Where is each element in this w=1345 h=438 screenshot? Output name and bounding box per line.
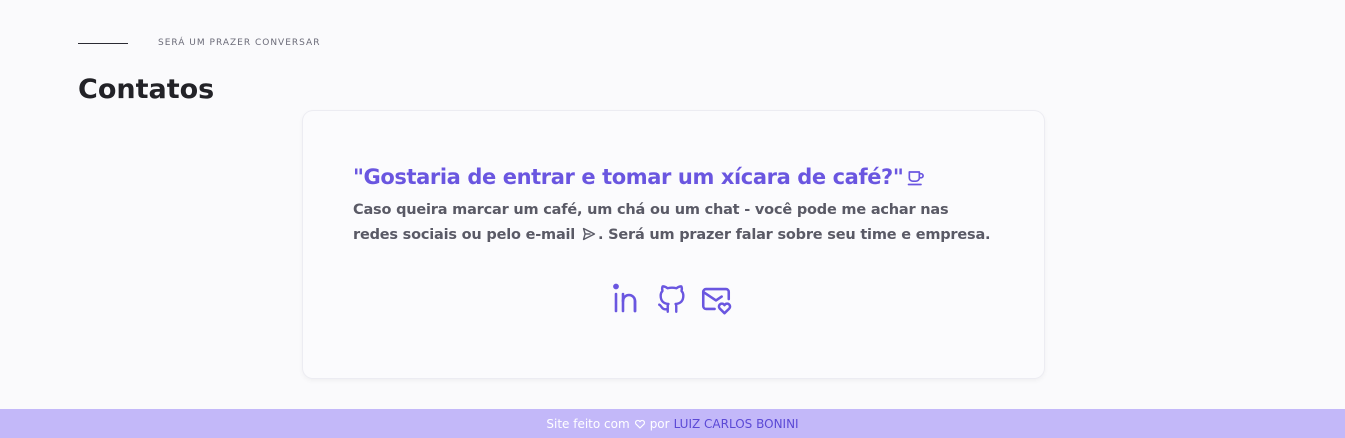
- description-part2: . Será um prazer falar sobre seu time e …: [597, 226, 991, 243]
- heart-icon: [634, 419, 645, 429]
- eyebrow-divider: [78, 42, 128, 44]
- linkedin-icon: [613, 283, 637, 313]
- linkedin-link[interactable]: [611, 281, 645, 317]
- footer-text-before: Site feito com: [546, 416, 630, 431]
- section-title: Contatos: [78, 74, 215, 105]
- coffee-cup-icon: [908, 171, 925, 186]
- github-link[interactable]: [655, 281, 689, 317]
- section-eyebrow: SERÁ UM PRAZER CONVERSAR: [78, 34, 320, 52]
- card-quote: "Gostaria de entrar e tomar um xícara de…: [353, 165, 926, 189]
- page: SERÁ UM PRAZER CONVERSAR Contatos "Gosta…: [0, 0, 1345, 438]
- send-icon: [582, 227, 596, 240]
- contact-card: "Gostaria de entrar e tomar um xícara de…: [303, 111, 1044, 378]
- quote-text: "Gostaria de entrar e tomar um xícara de…: [353, 165, 904, 189]
- social-links: [611, 281, 733, 317]
- mail-heart-icon: [701, 287, 732, 315]
- card-description: Caso queira marcar um café, um chá ou um…: [353, 198, 993, 247]
- github-icon: [658, 285, 685, 313]
- site-footer: Site feito com por LUIZ CARLOS BONINI: [0, 409, 1345, 438]
- email-link[interactable]: [699, 281, 733, 317]
- footer-text-middle: por: [649, 416, 670, 431]
- footer-author-link[interactable]: LUIZ CARLOS BONINI: [674, 417, 799, 431]
- eyebrow-text: SERÁ UM PRAZER CONVERSAR: [158, 38, 321, 48]
